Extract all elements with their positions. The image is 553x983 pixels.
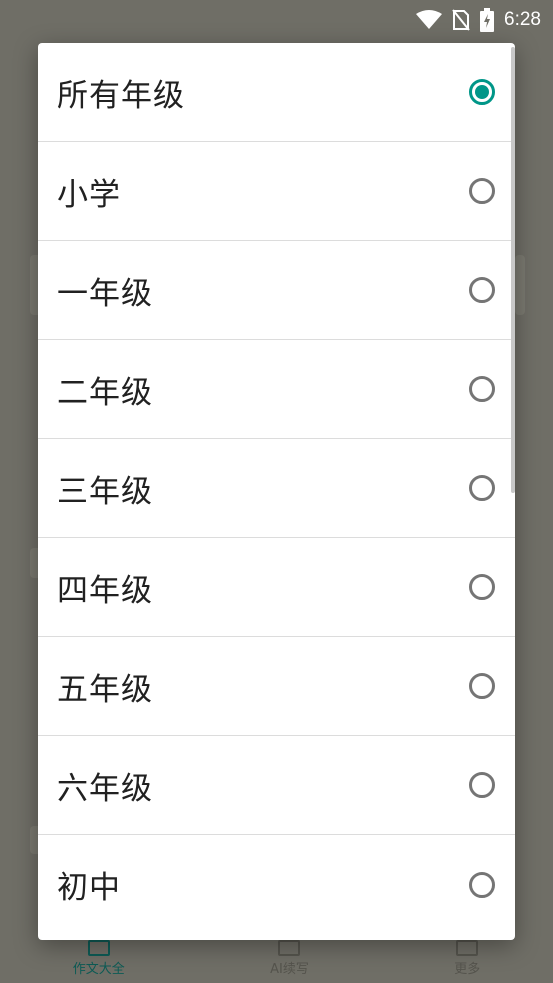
option-label: 小学 [57, 176, 121, 213]
option-grade-2[interactable]: 二年级 [38, 340, 515, 439]
scrollbar[interactable] [511, 47, 515, 493]
nav-item-essays[interactable]: 作文大全 [73, 940, 125, 977]
ai-icon [278, 940, 301, 956]
radio-dot [475, 85, 489, 99]
option-all-grades[interactable]: 所有年级 [38, 43, 515, 142]
grid-icon [456, 940, 479, 956]
option-grade-1[interactable]: 一年级 [38, 241, 515, 340]
radio-button[interactable] [469, 475, 495, 501]
radio-button-checked[interactable] [469, 79, 495, 105]
nav-item-more[interactable]: 更多 [454, 940, 480, 977]
radio-button[interactable] [469, 376, 495, 402]
radio-button[interactable] [469, 574, 495, 600]
status-time: 6:28 [504, 9, 541, 30]
nav-label: AI续写 [270, 962, 309, 977]
option-grade-5[interactable]: 五年级 [38, 637, 515, 736]
option-grade-6[interactable]: 六年级 [38, 736, 515, 835]
option-label: 六年级 [57, 770, 153, 807]
option-grade-4[interactable]: 四年级 [38, 538, 515, 637]
option-label: 二年级 [57, 374, 153, 411]
grade-select-dialog: 所有年级 小学 一年级 二年级 三年级 四年级 五年级 六年级 初中 [38, 43, 515, 940]
no-sim-icon [452, 9, 470, 31]
nav-label: 作文大全 [72, 962, 125, 977]
radio-button[interactable] [469, 673, 495, 699]
option-label: 初中 [57, 870, 121, 906]
status-bar: 6:28 [0, 0, 553, 40]
option-label: 一年级 [57, 275, 153, 312]
document-icon [87, 940, 110, 956]
radio-button[interactable] [469, 871, 495, 898]
option-label: 所有年级 [57, 77, 185, 114]
radio-button[interactable] [469, 772, 495, 798]
radio-button[interactable] [469, 178, 495, 204]
option-label: 三年级 [57, 473, 153, 510]
nav-item-ai-continue[interactable]: AI续写 [270, 940, 309, 977]
option-junior-high[interactable]: 初中 [38, 835, 515, 934]
background-card [515, 255, 525, 315]
nav-label: 更多 [454, 962, 481, 977]
option-label: 四年级 [57, 572, 153, 609]
option-label: 五年级 [57, 671, 153, 708]
battery-charging-icon [480, 8, 495, 32]
wifi-icon [416, 10, 443, 30]
option-primary-school[interactable]: 小学 [38, 142, 515, 241]
option-grade-3[interactable]: 三年级 [38, 439, 515, 538]
radio-button[interactable] [469, 277, 495, 303]
